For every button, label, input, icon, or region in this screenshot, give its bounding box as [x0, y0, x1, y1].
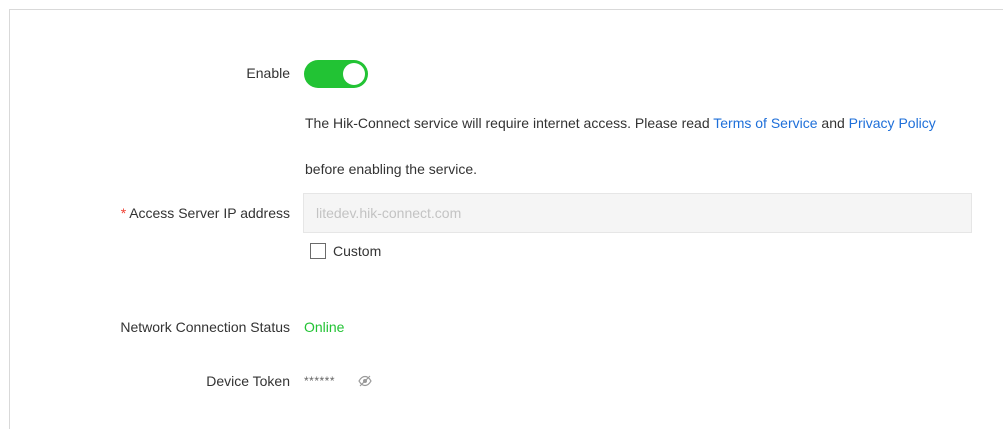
enable-label: Enable — [246, 65, 290, 81]
device-token-value: ****** — [304, 374, 336, 388]
toggle-knob — [343, 63, 365, 85]
eye-icon[interactable] — [358, 375, 372, 387]
enable-toggle[interactable] — [304, 60, 368, 88]
notice-text-after: before enabling the service. — [305, 161, 477, 177]
device-token-label: Device Token — [206, 373, 290, 389]
notice-text-before: The Hik-Connect service will require int… — [305, 115, 714, 131]
required-mark: * — [120, 205, 127, 221]
custom-checkbox-label[interactable]: Custom — [333, 241, 381, 261]
access-server-ip-input[interactable] — [303, 193, 972, 233]
network-status-label: Network Connection Status — [120, 319, 290, 335]
terms-of-service-link[interactable]: Terms of Service — [713, 115, 817, 131]
access-server-label: * Access Server IP address — [121, 203, 290, 223]
network-status-value: Online — [304, 319, 345, 335]
custom-checkbox[interactable] — [310, 243, 326, 259]
service-notice: The Hik-Connect service will require int… — [305, 100, 955, 192]
access-server-label-text: Access Server IP address — [129, 205, 290, 221]
privacy-policy-link[interactable]: Privacy Policy — [849, 115, 936, 131]
notice-text-between: and — [817, 115, 849, 131]
